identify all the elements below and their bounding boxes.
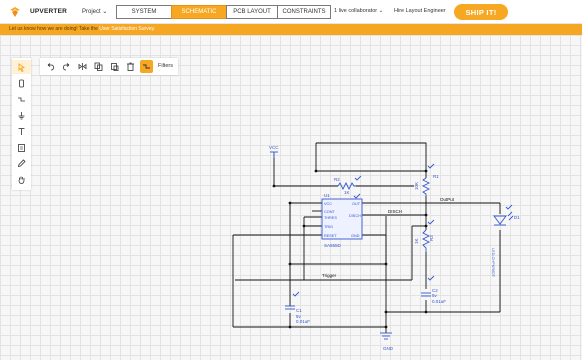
paste-button[interactable]: [108, 60, 121, 73]
vcc-label: VCC: [269, 145, 279, 150]
wire-tool[interactable]: [12, 92, 31, 106]
c2-voltage: 5v: [432, 293, 438, 298]
gnd-symbol: [380, 332, 392, 340]
r3-label: R3: [429, 235, 434, 241]
text-tool[interactable]: [12, 124, 31, 138]
copy-icon: [94, 62, 103, 71]
r1-label: R1: [433, 174, 439, 179]
u1-label: U1: [324, 193, 330, 198]
hand-icon: [18, 176, 25, 184]
chip-icon: [19, 79, 24, 87]
wire-top-loop: [315, 142, 427, 172]
left-toolbar: [12, 58, 31, 190]
component-tool[interactable]: [12, 76, 31, 90]
r2-label: R2: [334, 177, 340, 182]
clipboard-icon: [18, 143, 25, 152]
paste-icon: [111, 63, 119, 71]
undo-button[interactable]: [44, 60, 57, 73]
pin-gnd: GND: [351, 234, 360, 238]
c1-label: C1: [296, 308, 302, 313]
r1-value: 10K: [414, 182, 419, 190]
c2-value: 0.01uF: [432, 299, 446, 304]
d1-led: [493, 215, 507, 225]
wire-icon: [18, 97, 25, 101]
ground-icon: [18, 111, 25, 119]
flip-button[interactable]: [76, 60, 89, 73]
redo-icon: [63, 63, 70, 71]
pin-disch: DISCH: [349, 214, 361, 218]
schematic-drawing: VCC GND R2 1K 10K R1 1K R3 U1 SA555D C1 …: [232, 142, 520, 351]
pin-out: OUT: [352, 202, 361, 206]
select-tool[interactable]: [12, 60, 31, 74]
pin-vcc: VCC: [324, 202, 332, 206]
edit-toolbar: Filters: [40, 58, 178, 75]
cursor-icon: [18, 62, 26, 72]
r1-resistor: [421, 177, 431, 196]
copy-button[interactable]: [92, 60, 105, 73]
draw-tool[interactable]: [12, 156, 31, 170]
r2-resistor: [337, 181, 356, 191]
net-tool-button[interactable]: [140, 60, 153, 73]
gnd-label: GND: [383, 346, 394, 351]
r3-value: 1K: [414, 238, 419, 244]
c1-value: 0.01uF: [296, 319, 310, 324]
pin-thres: THRES: [324, 216, 337, 220]
r2-value: 1K: [344, 190, 350, 195]
net-icon: [143, 64, 150, 69]
pencil-icon: [17, 158, 26, 167]
disch-net-label: DISCH: [388, 209, 402, 214]
pin-trig: TRIG: [324, 225, 333, 229]
filters-button[interactable]: Filters: [158, 63, 173, 69]
redo-button[interactable]: [60, 60, 73, 73]
d1-part: LED-CHPKR0DT: [491, 248, 495, 278]
undo-icon: [47, 63, 54, 71]
ground-tool[interactable]: [12, 108, 31, 122]
d1-label: D1: [514, 215, 520, 220]
trigger-net-label: Trigger: [322, 273, 337, 278]
delete-button[interactable]: [124, 60, 137, 73]
pan-tool[interactable]: [12, 172, 31, 186]
clipboard-tool[interactable]: [12, 140, 31, 154]
trash-icon: [127, 62, 134, 71]
pin-cont: CONT: [324, 210, 335, 214]
flip-icon: [78, 63, 87, 70]
pin-reset: RESET: [324, 234, 337, 238]
text-icon: [18, 127, 25, 135]
output-net-label: OutPut: [440, 197, 455, 202]
u1-part: SA555D: [324, 243, 342, 248]
